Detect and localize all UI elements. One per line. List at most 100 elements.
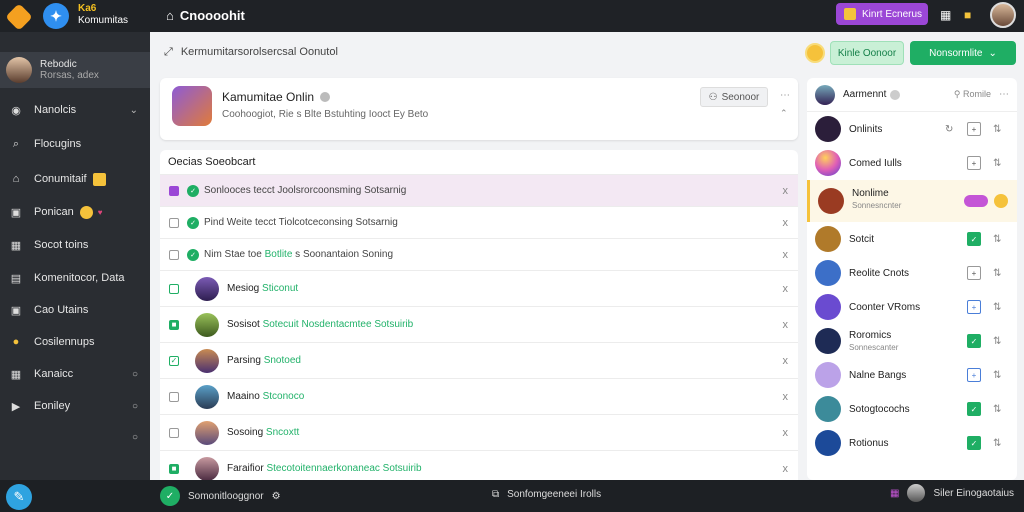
swap-icon[interactable]: ⇅ (993, 124, 1001, 135)
add-icon[interactable]: + (967, 156, 981, 170)
sidebar-item-ponican[interactable]: ▣ Ponican ♥ (0, 198, 150, 226)
sidebar-item-cao-utains[interactable]: ▣ Cao Utains (0, 296, 150, 324)
table-row[interactable]: Sosoing Sncoxtt x (160, 414, 798, 450)
apps-icon[interactable]: ▦ (940, 8, 951, 22)
swap-icon[interactable]: ⇅ (993, 404, 1001, 415)
member-row[interactable]: Nalne Bangs + ⇅ (807, 358, 1017, 392)
checkbox[interactable]: ■ (169, 463, 179, 474)
add-icon[interactable]: + (967, 122, 981, 136)
breadcrumb-text[interactable]: Kermumitarsorolsercsal Oonutol (181, 46, 338, 59)
member-row[interactable]: Nonlime Sonnesncnter (807, 180, 1017, 222)
refresh-icon[interactable]: ↻ (945, 124, 953, 135)
member-row[interactable]: Onlinits ↻ + ⇅ (807, 112, 1017, 146)
apps-icon[interactable]: ▦ (890, 488, 899, 499)
nonsormlite-button[interactable]: Nonsormlite ⌄ (910, 41, 1016, 65)
sidebar-item-nanolcis[interactable]: ◉ Nanolcis ⌄ (0, 96, 150, 124)
checkbox[interactable] (169, 427, 179, 438)
close-icon[interactable]: x (783, 249, 789, 261)
sidebar-item-eoniley[interactable]: ▶ Eoniley ○ (0, 392, 150, 420)
kinle-oonoor-button[interactable]: Kinle Oonoor (830, 41, 904, 65)
emoji-icon (79, 205, 93, 219)
close-icon[interactable]: x (783, 391, 789, 403)
member-row[interactable]: Roromics Sonnescanter ✓ ⇅ (807, 324, 1017, 358)
check-icon[interactable]: ✓ (967, 334, 981, 348)
close-icon[interactable]: x (783, 319, 789, 331)
member-row[interactable]: Sotogtocochs ✓ ⇅ (807, 392, 1017, 426)
swap-icon[interactable]: ⇅ (993, 302, 1001, 313)
checkbox[interactable]: ✓ (169, 355, 179, 366)
close-icon[interactable]: x (783, 217, 789, 229)
check-icon[interactable]: ✓ (967, 436, 981, 450)
sidebar-item-socot-toins[interactable]: ▦ Socot toins (0, 231, 150, 259)
table-row[interactable]: Maaino Stconoco x (160, 378, 798, 414)
list-item[interactable]: ✓ Nim Stae toe Botlite s Soonantaion Soni… (160, 238, 798, 270)
checkbox[interactable]: ■ (169, 319, 179, 330)
add-icon[interactable]: + (967, 368, 981, 382)
close-icon[interactable]: x (783, 355, 789, 367)
table-row[interactable]: ✓ Parsing Snotoed x (160, 342, 798, 378)
close-icon[interactable]: x (783, 427, 789, 439)
profile-avatar[interactable] (990, 2, 1016, 28)
checkbox[interactable] (169, 249, 179, 260)
checkbox[interactable] (169, 283, 179, 294)
notification-icon[interactable]: ■ (964, 8, 971, 22)
premium-button[interactable]: Kinrt Ecnerus (836, 3, 928, 25)
swap-icon[interactable]: ⇅ (993, 370, 1001, 381)
swap-icon[interactable]: ⇅ (993, 336, 1001, 347)
member-row[interactable]: Reolite Cnots + ⇅ (807, 256, 1017, 290)
circle-icon[interactable]: ○ (132, 401, 138, 412)
more-icon[interactable]: ⋯ (780, 90, 790, 101)
sidebar-item-more[interactable]: ○ (0, 423, 150, 451)
sidebar-user[interactable]: Rebodic Rorsas, adex (0, 52, 150, 88)
app-switcher-icon[interactable]: ✦ (43, 3, 69, 29)
swap-icon[interactable]: ⇅ (993, 438, 1001, 449)
table-row[interactable]: ■ Faraifior Stecotoitennaerkonaneac Sotsu… (160, 450, 798, 480)
sidebar-item-kanaicc[interactable]: ▦ Kanaicc ○ (0, 360, 150, 388)
chevron-up-icon[interactable]: ⌃ (780, 108, 788, 119)
table-row[interactable]: Mesiog Sticonut x (160, 270, 798, 306)
sidebar-item-komenitocor[interactable]: ▤ Komenitocor, Data (0, 264, 150, 292)
settings-icon[interactable]: ⚙ (272, 491, 281, 502)
add-icon[interactable]: ✓ (160, 486, 180, 506)
member-row[interactable]: Sotcit ✓ ⇅ (807, 222, 1017, 256)
checkbox[interactable] (169, 185, 179, 196)
swap-icon[interactable]: ⇅ (993, 268, 1001, 279)
sidebar-item-conumitaif[interactable]: ⌂ Conumitaif (0, 165, 150, 193)
checkbox[interactable] (169, 217, 179, 228)
member-row[interactable]: Coonter VRoms + ⇅ (807, 290, 1017, 324)
search-button[interactable]: ⚇ Seonoor (700, 87, 768, 107)
close-icon[interactable]: x (783, 283, 789, 295)
profile-link[interactable]: ⚲ Romile (954, 89, 991, 100)
checkbox[interactable] (169, 391, 179, 402)
add-icon[interactable]: + (967, 266, 981, 280)
bottom-right[interactable]: ▦ Siler Einogaotaius (890, 484, 1014, 502)
edit-icon[interactable]: ✎ (6, 484, 32, 510)
swap-icon[interactable]: ⇅ (993, 158, 1001, 169)
info-icon[interactable] (890, 89, 901, 100)
sidebar-item-cosilennups[interactable]: ● Cosilennups (0, 328, 150, 356)
bottom-mid[interactable]: ⧉ Sonfomgeeneei Irolls (492, 489, 601, 500)
check-icon[interactable]: ✓ (967, 232, 981, 246)
member-row[interactable]: Comed Iulls + ⇅ (807, 146, 1017, 180)
chevron-down-icon[interactable]: ⌄ (130, 105, 138, 116)
app-title: ⌂ Cnoooohit (166, 8, 245, 23)
emoji-icon[interactable] (994, 194, 1008, 208)
close-icon[interactable]: x (783, 185, 789, 197)
close-icon[interactable]: x (783, 463, 789, 475)
circle-icon[interactable]: ○ (132, 432, 138, 443)
list-item[interactable]: ✓ Pind Weite tecct Tiolcotceconsing Sotsa… (160, 206, 798, 238)
table-row[interactable]: ■ Sosisot Sotecuit Nosdentacmtee Sotsuiri… (160, 306, 798, 342)
home-icon[interactable]: ⌂ (166, 8, 174, 23)
sidebar-item-flocugins[interactable]: ⌕ Flocugins (0, 130, 150, 158)
bottom-left[interactable]: ✓ Somonitlooggnor ⚙ (160, 486, 281, 506)
swap-icon[interactable]: ⇅ (993, 234, 1001, 245)
collapse-icon[interactable]: ⤢ (164, 46, 173, 59)
circle-icon[interactable]: ○ (132, 369, 138, 380)
add-icon[interactable]: + (967, 300, 981, 314)
check-icon[interactable]: ✓ (967, 402, 981, 416)
list-item[interactable]: ✓ Sonlooces tecct Joolsrorcoonsming Sotsa… (160, 174, 798, 206)
member-row[interactable]: Rotionus ✓ ⇅ (807, 426, 1017, 460)
more-icon[interactable]: ⋯ (999, 89, 1009, 100)
app-logo[interactable] (5, 3, 33, 31)
emoji-icon[interactable] (805, 43, 825, 63)
